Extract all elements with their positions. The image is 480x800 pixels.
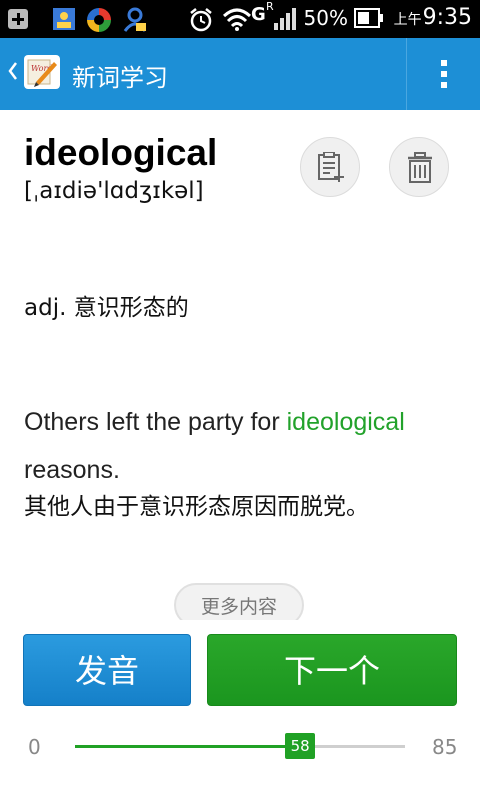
status-bar: G R 50% 上午9:35 [0,0,480,38]
overflow-menu-button[interactable] [408,38,480,110]
back-button[interactable]: Word 新词学习 [0,38,190,110]
alarm-clock-icon [190,8,212,32]
definition: adj. 意识形态的 [24,295,189,321]
add-note-icon [318,152,344,182]
app-notification-icon [87,8,111,32]
content-fade [0,620,480,634]
clock-time: 9:35 [422,5,472,30]
battery-icon [354,8,383,28]
add-to-wordbook-button[interactable] [300,137,360,197]
app-logo-icon: Word [24,55,60,89]
app-bar-divider [406,38,407,110]
example-text-before: Others left the party for [24,408,287,436]
network-type-label: G [251,4,266,25]
app-bar: Word 新词学习 [0,38,480,110]
contact-card-icon [53,8,75,30]
signal-strength-icon [274,8,296,30]
clock: 上午9:35 [394,5,472,30]
example-sentence: Others left the party for ideological re… [24,398,464,494]
slider-fill [75,745,301,748]
delete-word-button[interactable] [389,137,449,197]
example-translation: 其他人由于意识形态原因而脱党。 [24,494,369,520]
example-text-after: reasons. [24,456,120,484]
example-highlight: ideological [286,408,405,436]
notification-plus-icon [8,9,28,29]
page-title: 新词学习 [72,64,168,92]
slider-thumb[interactable]: 58 [285,733,316,759]
progress-slider[interactable]: 58 [75,733,405,759]
chevron-left-icon [8,62,17,80]
next-word-button[interactable]: 下一个 [207,634,457,706]
slider-min-label: 0 [28,735,41,759]
phonetic: [ˌaɪdiə'lɑdʒɪkəl] [24,178,204,204]
clock-ampm: 上午 [393,12,422,28]
trash-icon [408,152,432,183]
pronounce-button[interactable]: 发音 [23,634,191,706]
battery-percent: 50% [303,6,348,30]
person-notification-icon [123,7,147,32]
headword: ideological [24,132,218,173]
slider-max-label: 85 [432,735,458,759]
wifi-icon [222,8,252,31]
